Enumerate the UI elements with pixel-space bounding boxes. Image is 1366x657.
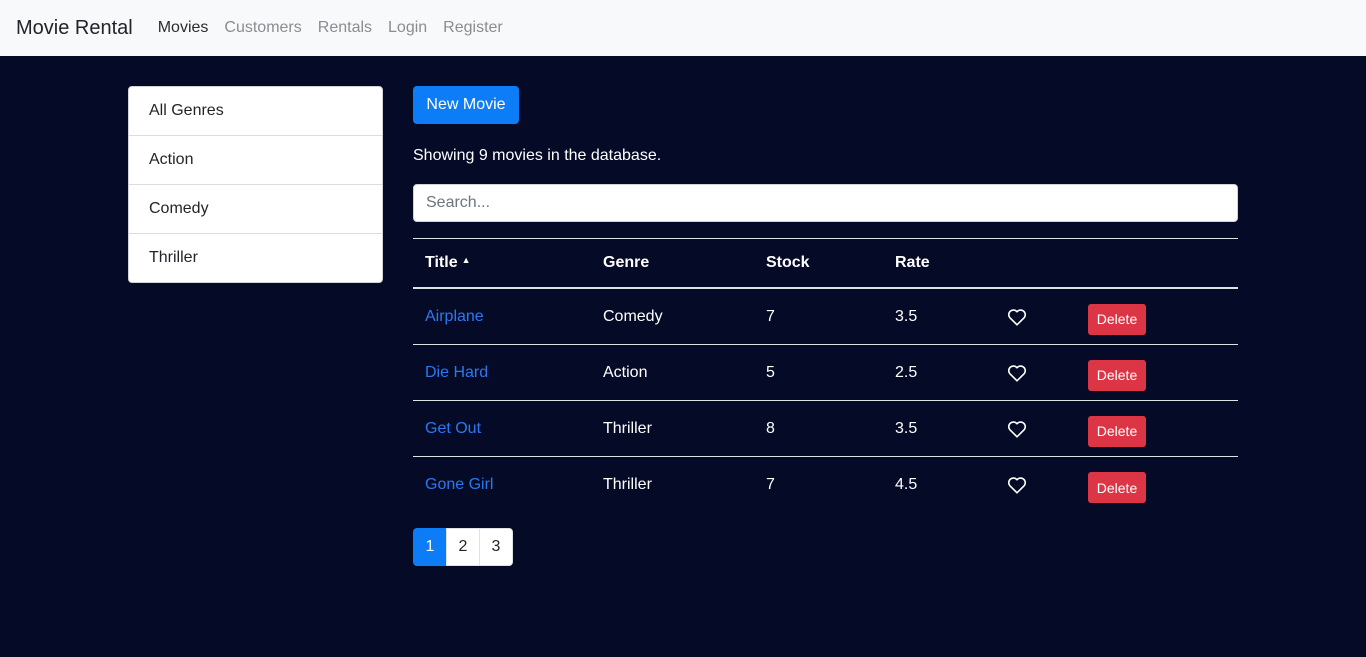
movie-rate: 3.5: [895, 419, 918, 437]
movie-rate: 3.5: [895, 307, 918, 325]
page-3-button[interactable]: 3: [479, 528, 513, 566]
movie-stock: 5: [766, 363, 775, 381]
heart-icon: [1007, 364, 1027, 382]
movie-stock: 8: [766, 419, 775, 437]
movie-title-link[interactable]: Get Out: [425, 420, 481, 438]
page-1-button[interactable]: 1: [413, 528, 447, 566]
header-rate[interactable]: Rate: [895, 239, 930, 287]
movie-genre: Thriller: [603, 476, 652, 493]
page-2-button[interactable]: 2: [446, 528, 480, 566]
nav-register[interactable]: Register: [443, 19, 503, 37]
movie-rate: 4.5: [895, 476, 918, 493]
heart-icon: [1007, 420, 1027, 438]
like-button[interactable]: [1007, 289, 1027, 344]
delete-button[interactable]: Delete: [1088, 359, 1146, 391]
genre-item-all[interactable]: All Genres: [129, 87, 382, 136]
like-button[interactable]: [1007, 457, 1027, 513]
delete-button[interactable]: Delete: [1088, 303, 1146, 335]
header-title[interactable]: Title ▲: [425, 239, 471, 287]
navbar: Movie Rental Movies Customers Rentals Lo…: [0, 0, 1366, 56]
movie-title-link[interactable]: Die Hard: [425, 364, 488, 382]
movie-genre: Action: [603, 363, 648, 381]
movie-rate: 2.5: [895, 363, 918, 381]
movie-count-summary: Showing 9 movies in the database.: [413, 147, 662, 164]
heart-icon: [1007, 308, 1027, 326]
like-button[interactable]: [1007, 345, 1027, 400]
pagination: 1 2 3: [413, 528, 513, 566]
delete-button[interactable]: Delete: [1088, 415, 1146, 447]
nav-login[interactable]: Login: [388, 19, 427, 37]
movie-stock: 7: [766, 307, 775, 325]
header-genre[interactable]: Genre: [603, 239, 649, 287]
genre-item-comedy[interactable]: Comedy: [129, 185, 382, 234]
sort-up-icon: ▲: [461, 255, 471, 265]
brand-link[interactable]: Movie Rental: [16, 17, 133, 40]
delete-button[interactable]: Delete: [1088, 472, 1146, 503]
genre-list: All Genres Action Comedy Thriller: [128, 86, 383, 283]
heart-icon: [1007, 477, 1027, 494]
nav-customers[interactable]: Customers: [224, 19, 301, 37]
genre-item-action[interactable]: Action: [129, 136, 382, 185]
new-movie-button[interactable]: New Movie: [413, 86, 519, 124]
movies-table: Title ▲ Genre Stock Rate Airplane Comedy…: [413, 238, 1238, 513]
table-header: Title ▲ Genre Stock Rate: [413, 239, 1238, 289]
table-row: Die Hard Action 5 2.5 Delete: [413, 345, 1238, 401]
table-row: Get Out Thriller 8 3.5 Delete: [413, 401, 1238, 457]
table-row: Airplane Comedy 7 3.5 Delete: [413, 289, 1238, 345]
movie-title-link[interactable]: Gone Girl: [425, 476, 493, 494]
header-title-label: Title: [425, 254, 458, 271]
movie-stock: 7: [766, 476, 775, 493]
genre-item-thriller[interactable]: Thriller: [129, 234, 382, 282]
movie-title-link[interactable]: Airplane: [425, 308, 484, 326]
nav-rentals[interactable]: Rentals: [318, 19, 372, 37]
movie-genre: Comedy: [603, 307, 663, 325]
header-stock[interactable]: Stock: [766, 239, 810, 287]
movie-genre: Thriller: [603, 419, 652, 437]
like-button[interactable]: [1007, 401, 1027, 456]
nav-movies[interactable]: Movies: [158, 19, 209, 37]
search-input[interactable]: [413, 184, 1238, 222]
table-row: Gone Girl Thriller 7 4.5 Delete: [413, 457, 1238, 513]
